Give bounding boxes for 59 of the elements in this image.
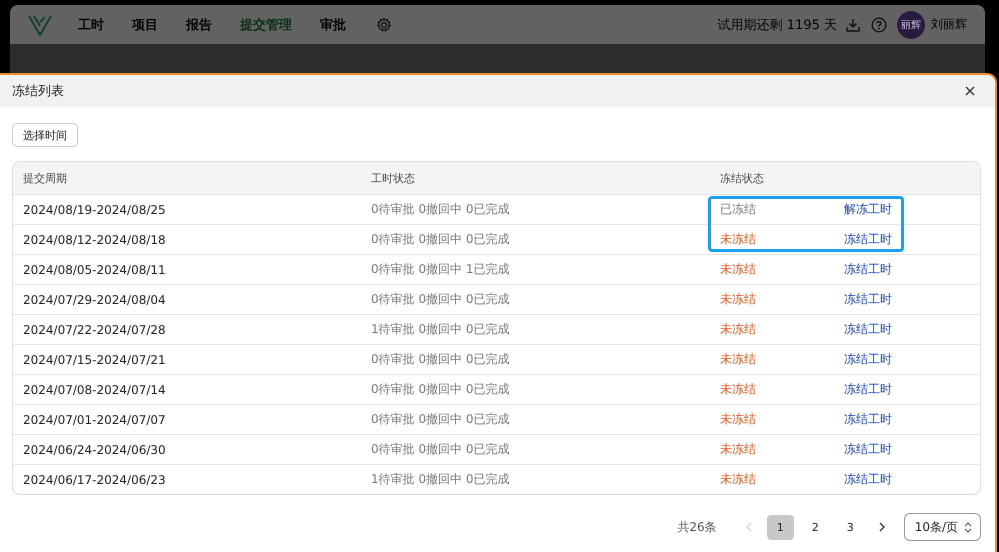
table-cell-text: 2024/08/05-2024/08/11 [22,262,167,276]
freeze-action-link[interactable]: 冻结工时 [844,262,892,276]
logo-icon[interactable] [28,14,52,36]
freeze-action-link[interactable]: 冻结工时 [844,382,892,396]
freeze-status: 未冻结 [719,291,757,308]
freeze-action-link[interactable]: 冻结工时 [844,232,892,246]
table-cell-text: 2024/06/24-2024/06/30 [22,442,167,456]
table-cell-text: 0待审批 0撤回中 0已完成 [370,231,511,248]
total-count: 共26条 [677,518,717,536]
table-cell-text: 1待审批 0撤回中 0已完成 [370,471,511,488]
table-cell-text: 2024/07/01-2024/07/07 [22,412,167,426]
freeze-action-link[interactable]: 冻结工时 [844,412,892,426]
freeze-status: 未冻结 [719,261,757,278]
help-icon[interactable] [871,16,887,32]
table-cell-text: 2024/07/22-2024/07/28 [22,322,167,336]
table-cell-text: 0待审批 0撤回中 1已完成 [370,261,511,278]
user-avatar[interactable]: 丽辉 [897,10,925,38]
freeze-status: 未冻结 [719,351,757,368]
table-cell-text: 2024/07/08-2024/07/14 [22,382,167,396]
freeze-status: 已冻结 [719,201,757,218]
freeze-status: 未冻结 [719,411,757,428]
freeze-action-link[interactable]: 冻结工时 [844,472,892,486]
trial-notice: 试用期还剩 1195 天 [718,16,837,34]
freeze-action-link[interactable]: 冻结工时 [844,322,892,336]
table-cell-text: 0待审批 0撤回中 0已完成 [370,291,511,308]
column-header: 冻结状态 [719,170,765,186]
sort-caret-icon [964,522,972,532]
dialog-title: 冻结列表 [12,83,64,100]
table-cell-text: 1待审批 0撤回中 0已完成 [370,321,511,338]
freeze-status: 未冻结 [719,321,757,338]
table-cell-text: 2024/07/29-2024/08/04 [22,292,167,306]
table-cell-text: 0待审批 0撤回中 0已完成 [370,351,511,368]
table-cell-text: 0待审批 0撤回中 0已完成 [370,441,511,458]
table-cell-text: 2024/08/19-2024/08/25 [22,202,167,216]
table-cell-text: 2024/08/12-2024/08/18 [22,232,167,246]
page-button[interactable]: 3 [836,514,864,540]
table-cell-text: 0待审批 0撤回中 0已完成 [370,411,511,428]
table-cell-text: 2024/06/17-2024/06/23 [22,472,167,486]
freeze-status: 未冻结 [719,471,757,488]
next-page-icon[interactable] [878,522,886,532]
page-button[interactable]: 1 [766,514,794,540]
freeze-action-link[interactable]: 冻结工时 [844,292,892,306]
freeze-status: 未冻结 [719,231,757,248]
table-cell-text: 2024/07/15-2024/07/21 [22,352,167,366]
column-header: 提交周期 [22,170,68,186]
download-icon[interactable] [845,16,861,32]
settings-icon[interactable] [376,16,392,32]
table-cell-text: 0待审批 0撤回中 0已完成 [370,201,511,218]
freeze-action-link[interactable]: 冻结工时 [844,352,892,366]
select-time-button[interactable]: 选择时间 [12,123,78,147]
column-header: 工时状态 [370,170,416,186]
freeze-status: 未冻结 [719,441,757,458]
close-icon[interactable] [965,86,975,96]
table-cell-text: 0待审批 0撤回中 0已完成 [370,381,511,398]
freeze-action-link[interactable]: 冻结工时 [844,442,892,456]
freeze-action-link[interactable]: 解冻工时 [844,202,892,216]
freeze-status: 未冻结 [719,381,757,398]
page-button[interactable]: 2 [802,514,829,540]
page-size-select[interactable]: 10条/页 [904,513,981,541]
